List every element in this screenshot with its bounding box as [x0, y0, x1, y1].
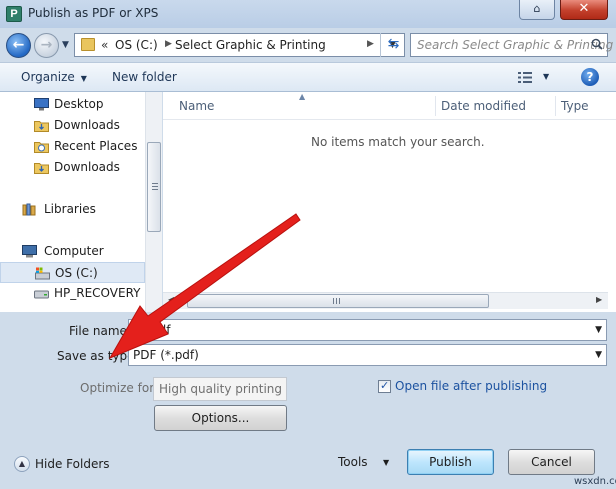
- organize-button[interactable]: Organize ▼: [21, 70, 87, 84]
- publish-button[interactable]: Publish: [407, 449, 494, 475]
- file-name-label: File name:: [69, 324, 131, 338]
- navigation-pane: Desktop Downloads Recent Places Download…: [0, 92, 162, 312]
- drive-icon: [35, 267, 50, 280]
- optimize-for-value: High quality printing: [159, 382, 283, 396]
- window-close-button[interactable]: ✕: [560, 0, 608, 20]
- column-header-date-modified[interactable]: Date modified: [441, 99, 526, 113]
- nav-item-label: Downloads: [54, 160, 120, 174]
- command-toolbar: Organize ▼ New folder ▼ ?: [0, 62, 616, 92]
- open-after-publishing-checkbox[interactable]: ✓: [378, 379, 391, 393]
- breadcrumb-overflow-chevron[interactable]: «: [101, 38, 108, 52]
- window-help-button[interactable]: ⌂: [519, 0, 555, 20]
- empty-state-message: No items match your search.: [311, 135, 485, 149]
- organize-label: Organize: [21, 70, 75, 84]
- search-input[interactable]: Search Select Graphic & Printing: [410, 33, 613, 57]
- libraries-icon: [22, 203, 36, 216]
- scrollbar-thumb[interactable]: [147, 142, 161, 232]
- computer-icon: [22, 245, 37, 258]
- scroll-right-icon[interactable]: ▶: [596, 295, 602, 304]
- desktop-icon: [34, 98, 49, 111]
- recent-places-icon: [34, 142, 49, 153]
- scrollbar-thumb[interactable]: [187, 294, 489, 308]
- breadcrumb-current-folder[interactable]: Select Graphic & Printing: [175, 38, 326, 52]
- checkmark-icon: ✓: [380, 379, 390, 392]
- forward-button[interactable]: →: [34, 33, 59, 58]
- file-name-value: s.pdf: [141, 323, 171, 337]
- chevron-down-icon[interactable]: ▼: [595, 350, 602, 360]
- nav-item-desktop[interactable]: Desktop: [0, 94, 145, 115]
- optimize-for-label: Optimize for:: [80, 381, 158, 395]
- save-as-type-select[interactable]: PDF (*.pdf) ▼: [128, 344, 607, 366]
- chevron-down-icon[interactable]: ▼: [383, 458, 389, 467]
- file-name-field[interactable]: s.pdf ▼: [128, 319, 607, 341]
- view-options-dropdown[interactable]: ▼: [543, 72, 549, 81]
- file-list: ▲ Name Date modified Type No items match…: [163, 92, 616, 312]
- address-row: ← → ▼ « OS (C:) ▶ Select Graphic & Print…: [0, 28, 616, 62]
- chevron-up-icon[interactable]: ▲: [14, 456, 30, 472]
- address-bar[interactable]: « OS (C:) ▶ Select Graphic & Printing ▶ …: [74, 33, 405, 57]
- back-button[interactable]: ←: [6, 33, 31, 58]
- nav-item-os-drive[interactable]: OS (C:): [0, 262, 145, 283]
- nav-item-recovery-drive[interactable]: HP_RECOVERY (D: [0, 283, 158, 304]
- nav-item-libraries[interactable]: Libraries: [0, 199, 145, 220]
- breadcrumb-separator-icon[interactable]: ▶: [367, 39, 374, 49]
- column-header-name[interactable]: Name: [179, 99, 214, 113]
- save-as-type-value: PDF (*.pdf): [133, 348, 199, 362]
- nav-item-label: Downloads: [54, 118, 120, 132]
- navigation-scrollbar[interactable]: [145, 92, 162, 312]
- watermark-text: wsxdn.com: [574, 476, 616, 487]
- chevron-down-icon[interactable]: ▼: [595, 325, 602, 335]
- hide-folders-button[interactable]: Hide Folders: [35, 457, 110, 471]
- nav-item-label: Recent Places: [54, 139, 138, 153]
- chevron-down-icon: ▼: [80, 74, 87, 83]
- nav-item-computer[interactable]: Computer: [0, 241, 145, 262]
- file-list-horizontal-scrollbar[interactable]: ◀ ▶: [163, 292, 608, 309]
- nav-item-label: HP_RECOVERY (D: [54, 286, 159, 300]
- folder-icon: [34, 121, 49, 132]
- nav-item-downloads[interactable]: Downloads: [0, 157, 145, 178]
- publisher-app-icon: P: [6, 6, 22, 22]
- breadcrumb-os-drive[interactable]: OS (C:): [115, 38, 158, 52]
- optimize-for-field: High quality printing: [153, 377, 287, 401]
- scroll-left-icon[interactable]: ◀: [168, 295, 174, 304]
- nav-item-recent-places[interactable]: Recent Places: [0, 136, 145, 157]
- column-header-row: ▲ Name Date modified Type: [163, 92, 616, 120]
- refresh-icon[interactable]: ⇆: [380, 33, 406, 57]
- folder-icon: [34, 163, 49, 174]
- folder-icon: [81, 38, 95, 51]
- window-title: Publish as PDF or XPS: [28, 6, 159, 20]
- open-after-publishing-label[interactable]: Open file after publishing: [395, 379, 547, 393]
- search-placeholder: Search Select Graphic & Printing: [417, 38, 614, 52]
- nav-item-label: OS (C:): [55, 266, 98, 280]
- sort-indicator-icon: ▲: [299, 92, 306, 101]
- view-details-icon[interactable]: [518, 72, 532, 83]
- save-as-type-label: Save as type:: [57, 349, 139, 363]
- column-header-type[interactable]: Type: [561, 99, 589, 113]
- help-icon[interactable]: ?: [581, 68, 599, 86]
- tools-button[interactable]: Tools: [338, 455, 368, 469]
- nav-item-label: Libraries: [44, 202, 96, 216]
- new-folder-button[interactable]: New folder: [112, 70, 177, 84]
- options-button[interactable]: Options...: [154, 405, 287, 431]
- title-bar: P Publish as PDF or XPS ⌂ ✕: [0, 0, 616, 28]
- search-icon[interactable]: [591, 38, 603, 50]
- nav-item-downloads[interactable]: Downloads: [0, 115, 145, 136]
- nav-item-label: Computer: [44, 244, 104, 258]
- recent-locations-dropdown[interactable]: ▼: [62, 40, 69, 50]
- drive-icon: [34, 290, 49, 299]
- nav-item-label: Desktop: [54, 97, 104, 111]
- breadcrumb-separator-icon[interactable]: ▶: [165, 39, 172, 49]
- cancel-button[interactable]: Cancel: [508, 449, 595, 475]
